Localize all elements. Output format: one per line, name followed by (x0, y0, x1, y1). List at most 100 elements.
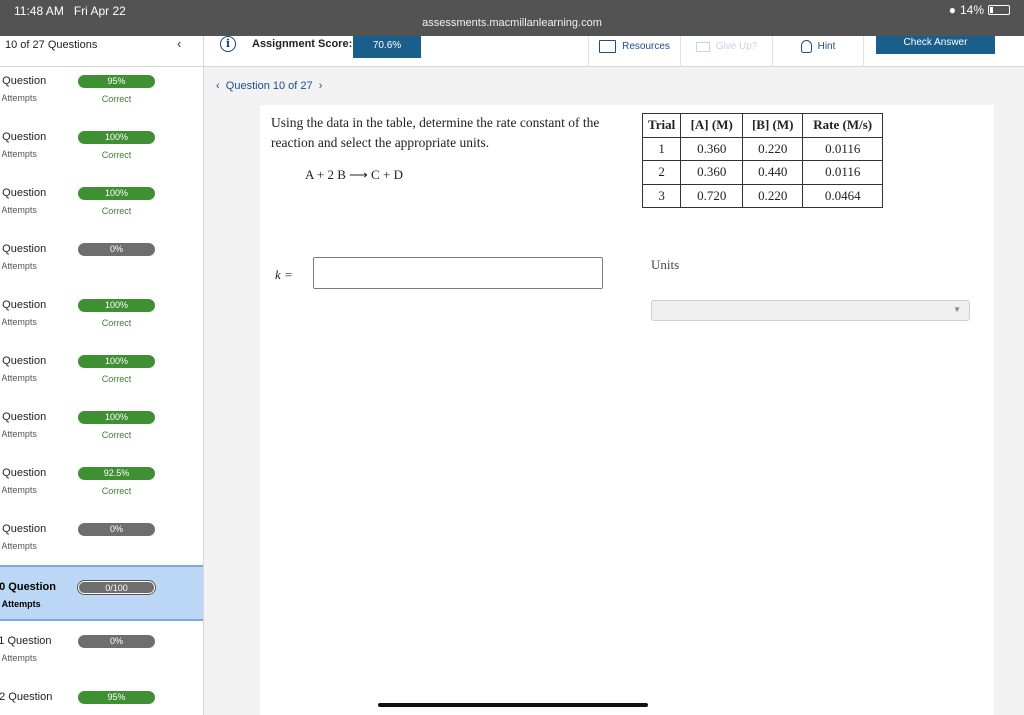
question-area: ‹ Question 10 of 27 › Using the data in … (204, 67, 1024, 715)
question-attempts: ∞ Attempts (0, 317, 37, 327)
sidebar-question-item[interactable]: 7 Question ∞ Attempts 100% Correct (0, 397, 203, 453)
battery-percent: 14% (959, 3, 984, 17)
assignment-score-label: Assignment Score: (252, 38, 353, 50)
sidebar-question-item[interactable]: 5 Question ∞ Attempts 100% Correct (0, 285, 203, 341)
question-attempts: ∞ Attempts (0, 599, 41, 609)
sidebar-question-item[interactable]: 8 Question ∞ Attempts 92.5% Correct (0, 453, 203, 509)
table-header: Trial (641, 113, 682, 138)
question-nav-label: Question 10 of 27 (225, 80, 313, 92)
sidebar-question-item[interactable]: 10 Question ∞ Attempts 0/100 (0, 565, 203, 621)
sidebar-question-item[interactable]: 1 Question ∞ Attempts 95% Correct (0, 67, 203, 117)
question-title: 7 Question (0, 411, 47, 423)
status-text: Correct (101, 150, 132, 160)
units-dropdown[interactable]: ▼ (651, 300, 970, 321)
folder-icon (599, 40, 617, 53)
assignment-score-value: 70.6% (353, 36, 421, 58)
give-up-icon (695, 41, 710, 52)
units-label: Units (651, 257, 680, 272)
question-title: 12 Question (0, 691, 53, 703)
battery-icon (988, 5, 1010, 15)
question-title: 8 Question (0, 467, 47, 479)
score-badge: 95% (78, 691, 155, 704)
table-cell: 0.0116 (802, 160, 884, 185)
score-badge: 100% (78, 355, 155, 368)
question-attempts: ∞ Attempts (0, 205, 37, 215)
give-up-button[interactable]: Give Up? (680, 36, 772, 67)
table-cell: 0.360 (680, 160, 744, 185)
resources-label: Resources (622, 41, 670, 52)
next-question-icon[interactable]: › (319, 80, 323, 92)
sidebar-question-item[interactable]: 3 Question ∞ Attempts 100% Correct (0, 173, 203, 229)
question-title: 5 Question (0, 299, 47, 311)
score-badge: 0/100 (78, 581, 155, 594)
table-header: [A] (M) (680, 113, 744, 138)
hint-label: Hint (817, 41, 836, 52)
question-attempts: ∞ Attempts (0, 261, 37, 271)
score-badge: 100% (78, 299, 155, 312)
question-attempts: ∞ Attempts (0, 93, 37, 103)
question-card: Using the data in the table, determine t… (260, 105, 994, 715)
status-text: Correct (101, 94, 132, 104)
sidebar-question-item[interactable]: 12 Question 95% (0, 677, 203, 715)
status-text: Correct (101, 318, 132, 328)
url-bar[interactable]: assessments.macmillanlearning.com (0, 17, 1024, 29)
score-badge: 0% (78, 243, 155, 256)
collapse-sidebar-icon[interactable]: ‹ (177, 36, 181, 51)
sidebar-question-item[interactable]: 4 Question ∞ Attempts 0% (0, 229, 203, 285)
lightbulb-icon (800, 40, 812, 53)
table-cell: 1 (641, 136, 682, 161)
prev-question-icon[interactable]: ‹ (216, 80, 220, 92)
status-text: Correct (101, 486, 132, 496)
sidebar-question-item[interactable]: 2 Question ∞ Attempts 100% Correct (0, 117, 203, 173)
rate-constant-input[interactable] (313, 257, 603, 289)
status-text: Correct (101, 374, 132, 384)
question-title: 2 Question (0, 131, 47, 143)
question-attempts: ∞ Attempts (0, 653, 37, 663)
table-header: [B] (M) (742, 113, 804, 138)
table-cell: 3 (641, 183, 682, 208)
info-icon[interactable]: i (220, 36, 236, 52)
score-badge: 92.5% (78, 467, 155, 480)
table-header-row: Trial [A] (M) [B] (M) Rate (M/s) (641, 113, 884, 138)
question-count: 10 of 27 Questions (5, 39, 98, 51)
table-row: 1 0.360 0.220 0.0116 (641, 136, 884, 161)
status-bar: 11:48 AM Fri Apr 22 assessments.macmilla… (0, 0, 1024, 36)
question-navigator: ‹ Question 10 of 27 › (216, 80, 322, 92)
table-header: Rate (M/s) (802, 113, 884, 138)
table-cell: 0.0464 (802, 183, 884, 208)
table-cell: 0.220 (742, 136, 804, 161)
kinetics-data-table: Trial [A] (M) [B] (M) Rate (M/s) 1 0.360… (641, 113, 884, 208)
question-attempts: ∞ Attempts (0, 373, 37, 383)
check-answer-button[interactable]: Check Answer (876, 36, 995, 54)
question-title: 10 Question (0, 581, 56, 593)
chevron-down-icon: ▼ (953, 305, 961, 314)
sidebar-question-item[interactable]: 9 Question ∞ Attempts 0% (0, 509, 203, 565)
table-row: 3 0.720 0.220 0.0464 (641, 183, 884, 208)
score-badge: 100% (78, 411, 155, 424)
question-title: 1 Question (0, 75, 47, 87)
table-cell: 2 (641, 160, 682, 185)
sidebar-question-item[interactable]: 6 Question ∞ Attempts 100% Correct (0, 341, 203, 397)
score-badge: 0% (78, 635, 155, 648)
table-cell: 0.220 (742, 183, 804, 208)
resources-button[interactable]: Resources (588, 36, 680, 67)
table-cell: 0.0116 (802, 136, 884, 161)
score-badge: 0% (78, 523, 155, 536)
question-title: 6 Question (0, 355, 47, 367)
wifi-icon: ● (948, 3, 956, 17)
sidebar-question-item[interactable]: 11 Question ∞ Attempts 0% (0, 621, 203, 677)
question-attempts: ∞ Attempts (0, 485, 37, 495)
hint-button[interactable]: Hint (772, 36, 864, 67)
question-attempts: ∞ Attempts (0, 541, 37, 551)
table-row: 2 0.360 0.440 0.0116 (641, 160, 884, 185)
question-title: 11 Question (0, 635, 52, 647)
toolbar-divider (203, 36, 204, 67)
rate-constant-label: k = (275, 267, 293, 282)
question-title: 9 Question (0, 523, 47, 535)
status-text: Correct (101, 430, 132, 440)
home-indicator[interactable] (378, 703, 648, 707)
status-text: Correct (101, 206, 132, 216)
score-badge: 95% (78, 75, 155, 88)
give-up-label: Give Up? (715, 41, 758, 52)
score-badge: 100% (78, 131, 155, 144)
